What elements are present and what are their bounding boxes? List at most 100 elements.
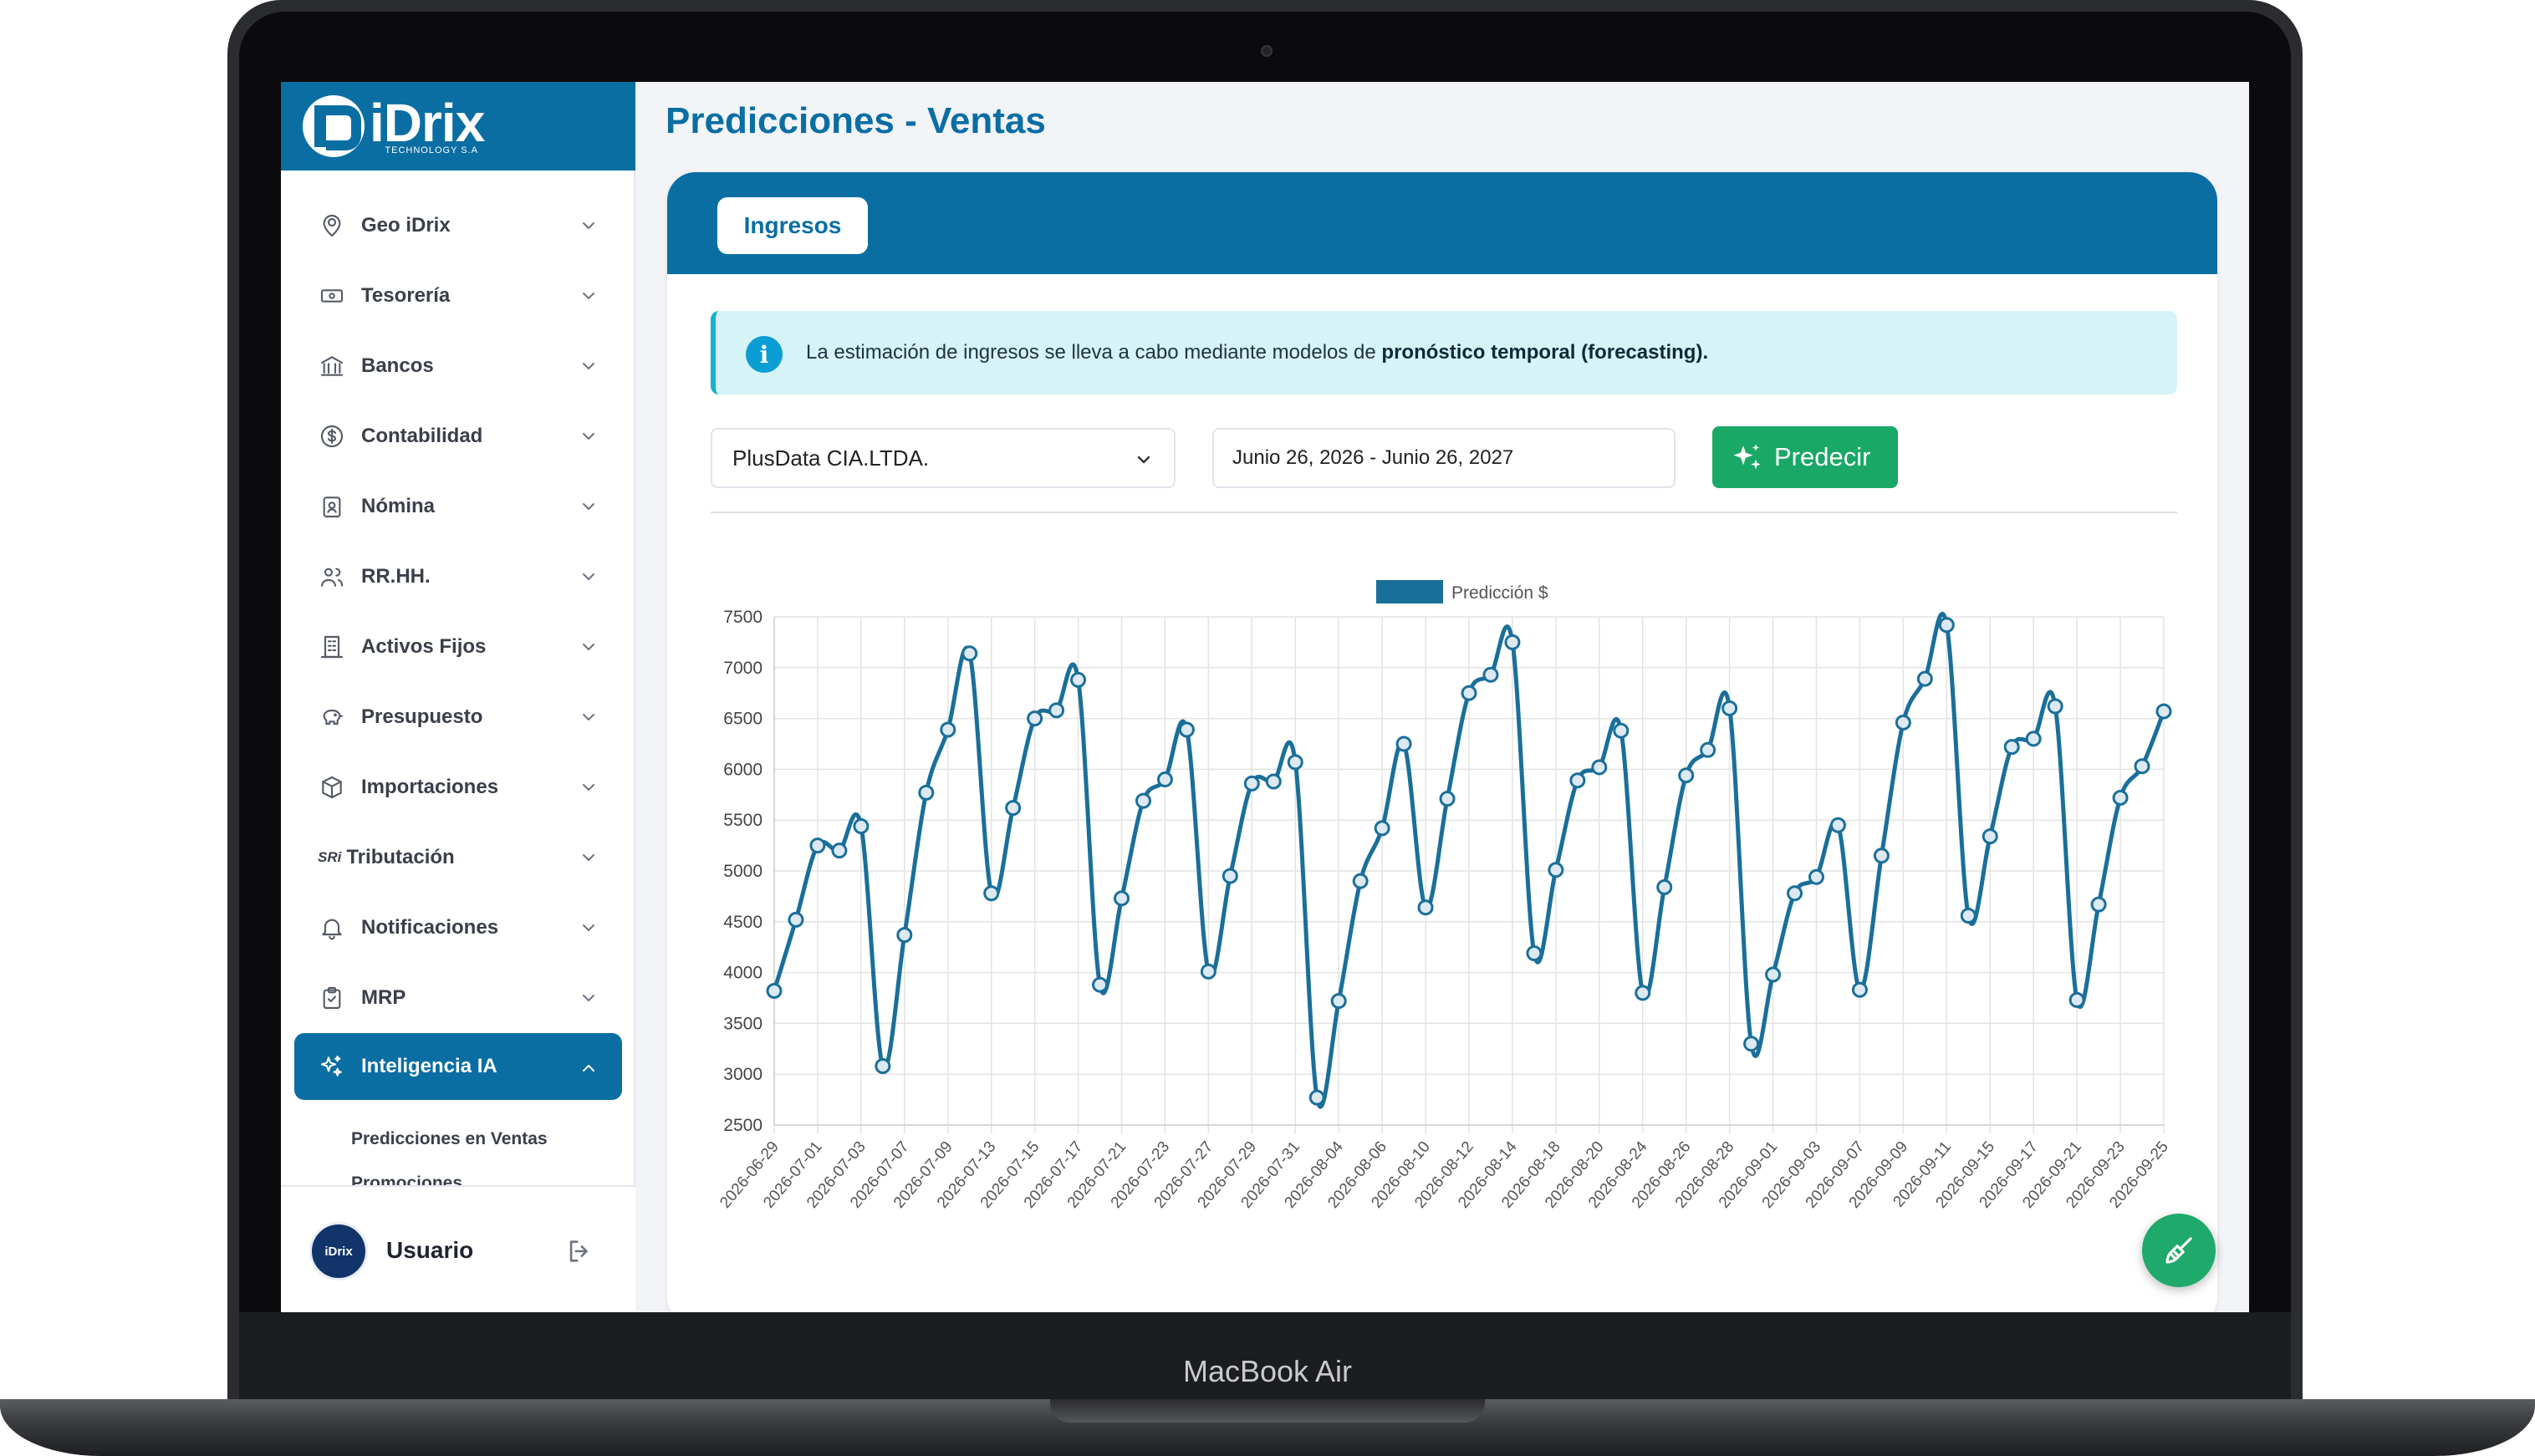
data-point bbox=[2047, 698, 2063, 715]
chevron-down-icon bbox=[583, 644, 594, 650]
data-point bbox=[1591, 759, 1608, 776]
predict-button[interactable]: Predecir bbox=[1712, 426, 1898, 488]
y-tick-label: 4500 bbox=[723, 913, 763, 932]
sidebar-item-label: Bancos bbox=[361, 354, 434, 377]
tab-ingresos[interactable]: Ingresos bbox=[717, 197, 868, 254]
sidebar-item-notificaciones[interactable]: Notificaciones bbox=[281, 893, 635, 963]
submenu-item[interactable]: Predicciones en Ventas bbox=[281, 1110, 635, 1168]
data-point bbox=[961, 645, 978, 662]
data-point bbox=[1287, 754, 1303, 771]
data-point bbox=[1222, 868, 1238, 884]
data-point bbox=[1092, 976, 1109, 993]
data-point bbox=[1395, 736, 1412, 752]
legend-label: Predicción $ bbox=[1451, 583, 1548, 603]
sidebar-item-mrp[interactable]: MRP bbox=[281, 963, 635, 1033]
chevron-down-icon bbox=[583, 924, 594, 931]
chevron-down-icon bbox=[583, 293, 594, 299]
sidebar-item-label: RR.HH. bbox=[361, 565, 431, 588]
date-range-value: Junio 26, 2026 - Junio 26, 2027 bbox=[1232, 446, 1514, 469]
data-point bbox=[2025, 731, 2042, 747]
building-icon bbox=[318, 633, 346, 661]
sidebar-item-bancos[interactable]: Bancos bbox=[281, 331, 635, 401]
badge-icon bbox=[318, 492, 346, 521]
data-point bbox=[1027, 710, 1043, 727]
sidebar-item-label: Nómina bbox=[361, 495, 436, 517]
chevron-down-icon bbox=[583, 995, 594, 1001]
users-icon bbox=[318, 563, 346, 591]
chevron-down-icon bbox=[583, 784, 594, 791]
location-user-icon bbox=[318, 211, 346, 240]
y-tick-label: 5500 bbox=[723, 811, 763, 830]
prediction-card: Ingresos i La estimación de ingresos se … bbox=[667, 172, 2217, 1312]
sidebar-item-tesorería[interactable]: Tesorería bbox=[281, 261, 635, 331]
sidebar-item-inteligencia-ia[interactable]: Inteligencia IA bbox=[294, 1033, 622, 1100]
prediction-chart: 2500 3000 3500 4000 4500 5000 5500 6000 6500 7000… bbox=[701, 565, 2197, 1250]
data-point bbox=[1330, 993, 1347, 1010]
data-point bbox=[1114, 890, 1130, 907]
data-point bbox=[1656, 878, 1673, 895]
data-point bbox=[1569, 772, 1586, 789]
cash-icon bbox=[318, 282, 346, 310]
sidebar-item-label: MRP bbox=[361, 986, 406, 1009]
page-title: Predicciones - Ventas bbox=[666, 100, 1046, 141]
sidebar-item-label: Importaciones bbox=[361, 776, 499, 798]
data-point bbox=[853, 817, 870, 834]
info-text-bold: pronóstico temporal (forecasting). bbox=[1381, 341, 1709, 364]
data-point bbox=[1482, 666, 1499, 683]
y-tick-label: 7500 bbox=[723, 608, 763, 627]
data-point bbox=[1504, 634, 1521, 650]
chevron-down-icon bbox=[583, 854, 594, 861]
chevron-down-icon bbox=[1137, 456, 1150, 464]
data-point bbox=[1200, 963, 1216, 980]
company-select[interactable]: PlusData CIA.LTDA. bbox=[711, 428, 1176, 488]
chevron-down-icon bbox=[583, 714, 594, 720]
data-point bbox=[2090, 896, 2107, 913]
sidebar-item-importaciones[interactable]: Importaciones bbox=[281, 752, 635, 822]
chevron-up-icon bbox=[583, 1065, 594, 1072]
sidebar-item-tributación[interactable]: SRi Tributación bbox=[281, 822, 635, 893]
y-tick-label: 7000 bbox=[723, 659, 763, 678]
sidebar-item-contabilidad[interactable]: Contabilidad bbox=[281, 401, 635, 471]
data-point bbox=[1635, 985, 1651, 1001]
data-point bbox=[1005, 800, 1022, 817]
sidebar-item-rr-hh[interactable]: RR.HH. bbox=[281, 542, 635, 612]
data-point bbox=[1851, 981, 1868, 998]
data-point bbox=[1700, 741, 1716, 758]
data-point bbox=[1765, 966, 1782, 983]
brand-subtitle: TECHNOLOGY S.A bbox=[385, 145, 478, 155]
data-point bbox=[2134, 758, 2150, 775]
info-icon: i bbox=[746, 336, 783, 373]
sidebar-item-nómina[interactable]: Nómina bbox=[281, 471, 635, 542]
data-point bbox=[1374, 820, 1390, 837]
date-range-input[interactable]: Junio 26, 2026 - Junio 26, 2027 bbox=[1212, 428, 1676, 488]
card-header: Ingresos bbox=[667, 172, 2217, 274]
brand-name: iDrix bbox=[370, 93, 485, 153]
sidebar-item-label: Notificaciones bbox=[361, 916, 499, 939]
info-alert: i La estimación de ingresos se lleva a c… bbox=[711, 311, 2177, 395]
brand-bar[interactable]: iDrix TECHNOLOGY S.A bbox=[281, 82, 635, 171]
idrix-logo-icon bbox=[303, 95, 365, 157]
avatar[interactable]: iDrix bbox=[309, 1222, 368, 1280]
data-point bbox=[940, 721, 956, 738]
user-panel: iDrix Usuario bbox=[281, 1185, 635, 1312]
info-text-main: La estimación de ingresos se lleva a cab… bbox=[806, 341, 1382, 364]
y-tick-label: 3000 bbox=[723, 1065, 763, 1084]
data-point bbox=[2155, 703, 2172, 720]
chevron-down-icon bbox=[583, 222, 594, 229]
sidebar-item-geo-idrix[interactable]: Geo iDrix bbox=[281, 191, 635, 261]
data-point bbox=[2112, 789, 2129, 806]
data-point bbox=[1548, 862, 1564, 878]
sidebar-item-label: Inteligencia IA bbox=[361, 1055, 497, 1077]
sidebar-item-label: Contabilidad bbox=[361, 425, 483, 447]
box-icon bbox=[318, 773, 346, 802]
data-point bbox=[788, 911, 804, 928]
bank-icon bbox=[318, 352, 346, 380]
sidebar-item-activos-fijos[interactable]: Activos Fijos bbox=[281, 612, 635, 682]
data-point bbox=[1352, 873, 1369, 889]
company-select-value: PlusData CIA.LTDA. bbox=[732, 445, 930, 471]
data-point bbox=[809, 837, 826, 854]
clear-button[interactable] bbox=[2142, 1214, 2216, 1287]
logout-icon[interactable] bbox=[565, 1237, 594, 1265]
sidebar-item-presupuesto[interactable]: Presupuesto bbox=[281, 682, 635, 752]
sparkles-icon bbox=[1733, 444, 1761, 470]
